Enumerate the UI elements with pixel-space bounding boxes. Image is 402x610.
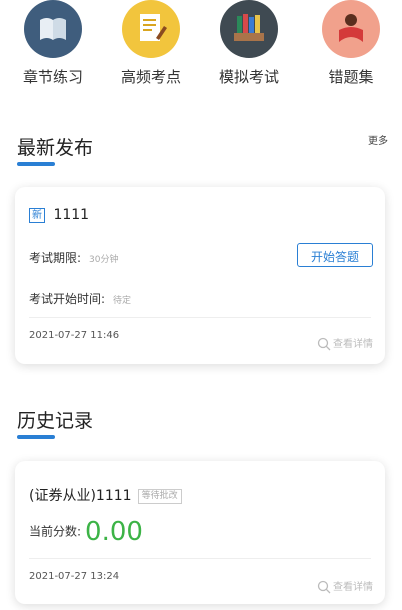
view-detail-label: 查看详情 [333,339,373,350]
start-time-label: 考试开始时间: [29,292,106,306]
card-divider [29,317,371,318]
nav-label: 高频考点 [120,68,181,86]
score-value: 0.00 [85,517,143,547]
history-exam-name: (证券从业)1111 [29,488,132,504]
score-label: 当前分数: [29,524,82,539]
view-detail-link[interactable]: 查看详情 [317,335,373,351]
search-icon [317,337,331,351]
notepad-icon [122,0,180,58]
books-stack-icon [220,0,278,58]
nav-wrong-questions[interactable]: 错题集 [306,0,396,87]
nav-high-frequency[interactable]: 高频考点 [106,0,196,87]
view-detail-label: 查看详情 [333,582,373,593]
card-divider [29,558,371,559]
latest-exam-card[interactable]: 新 1111 考试期限: 30分钟 开始答题 考试开始时间: 待定 2021-07-… [15,187,385,364]
view-detail-link[interactable]: 查看详情 [317,578,373,594]
search-icon [317,580,331,594]
exam-name: 1111 [53,207,90,223]
limit-value: 30分钟 [89,255,119,265]
quick-nav: 章节练习 高频考点 模拟考试 错题集 [0,0,402,100]
more-link[interactable]: 更多 [368,132,388,147]
reader-icon [322,0,380,58]
exam-date: 2021-07-27 11:46 [29,330,120,341]
score-row: 当前分数: 0.00 [29,517,143,547]
nav-label: 章节练习 [22,68,83,86]
start-time-value: 待定 [113,296,132,306]
start-exam-button[interactable]: 开始答题 [297,243,373,267]
latest-section-title: 最新发布 [17,137,94,159]
nav-label: 模拟考试 [218,68,279,86]
nav-label: 错题集 [328,68,374,86]
history-section-title: 历史记录 [17,410,94,432]
exam-title-row: 新 1111 [29,207,89,223]
status-badge: 等待批改 [137,488,182,504]
new-badge: 新 [29,207,45,223]
exam-limit-row: 考试期限: 30分钟 [29,249,119,266]
history-title-row: (证券从业)1111 等待批改 [29,485,182,505]
section-underline [17,162,55,166]
section-underline [17,435,55,439]
nav-chapter-practice[interactable]: 章节练习 [8,0,98,87]
history-exam-card[interactable]: (证券从业)1111 等待批改 当前分数: 0.00 2021-07-27 13:2… [15,461,385,604]
book-icon [24,0,82,58]
history-date: 2021-07-27 13:24 [29,571,120,582]
limit-label: 考试期限: [29,251,82,265]
nav-mock-exam[interactable]: 模拟考试 [204,0,294,87]
start-time-row: 考试开始时间: 待定 [29,290,131,307]
